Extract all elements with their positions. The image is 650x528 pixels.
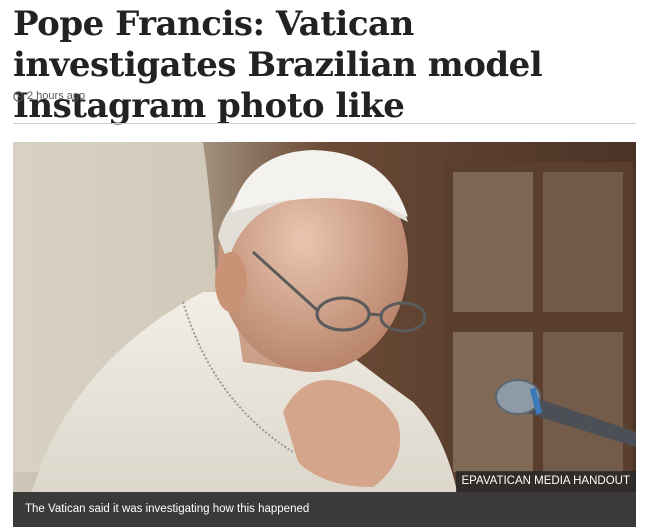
timestamp-text: 2 hours ago: [27, 90, 86, 102]
photo-illustration: [13, 142, 636, 527]
article: Pope Francis: Vatican investigates Brazi…: [0, 0, 650, 528]
header-divider: [13, 123, 636, 124]
article-headline: Pope Francis: Vatican investigates Brazi…: [13, 4, 543, 126]
article-image: EPAVATICAN MEDIA HANDOUT The Vatican sai…: [13, 142, 636, 527]
article-timestamp: 2 hours ago: [13, 90, 85, 102]
image-caption: The Vatican said it was investigating ho…: [13, 492, 636, 527]
image-credit: EPAVATICAN MEDIA HANDOUT: [455, 471, 636, 492]
clock-icon: [13, 90, 24, 102]
